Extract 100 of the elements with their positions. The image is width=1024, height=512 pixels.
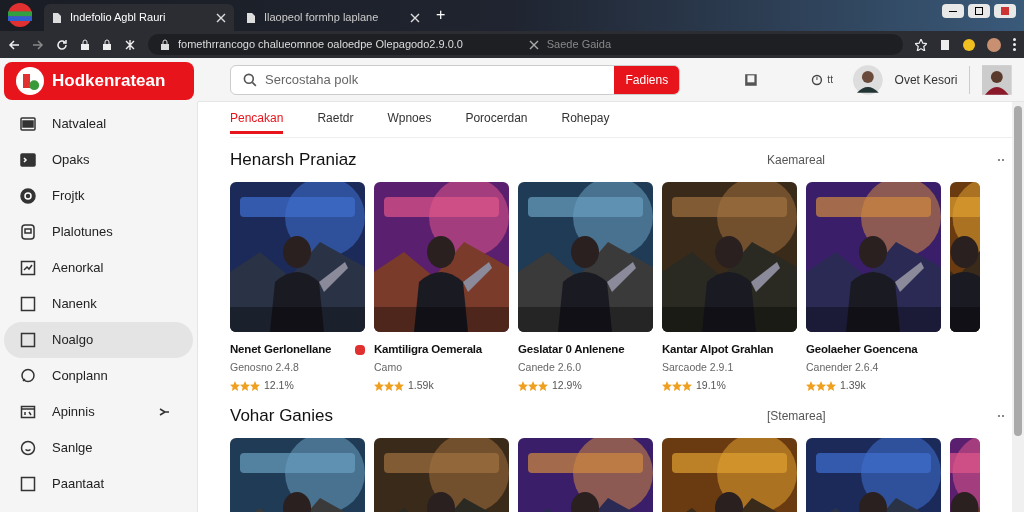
sidebar-item[interactable]: Apinnis bbox=[4, 394, 193, 430]
clock-icon[interactable] bbox=[811, 73, 824, 86]
sidebar-item[interactable]: Opaks bbox=[4, 142, 193, 178]
star-icon bbox=[826, 380, 836, 391]
star-icon bbox=[806, 380, 816, 391]
clock-label: tt bbox=[827, 73, 833, 87]
star-icon bbox=[374, 380, 384, 391]
box-icon bbox=[20, 224, 36, 240]
url-text: fomethrrancogo chalueomnoe oaloedpe Olepagodo2.9.0.0 bbox=[178, 37, 463, 53]
address-bar[interactable]: fomethrrancogo chalueomnoe oaloedpe Olepagodo2.9.0.0 Saede Gaida bbox=[148, 34, 903, 55]
square-icon bbox=[20, 476, 36, 492]
star-icon bbox=[682, 380, 692, 391]
avatar-icon[interactable] bbox=[852, 64, 883, 95]
tab-title: Indefolio Agbl Rauri bbox=[70, 10, 167, 26]
bookmark-icon[interactable] bbox=[743, 72, 758, 87]
minimize-icon[interactable] bbox=[942, 4, 964, 18]
rating-text: 12.1% bbox=[264, 378, 294, 393]
back-icon[interactable] bbox=[8, 38, 20, 51]
lock-icon bbox=[80, 38, 90, 51]
smile-icon bbox=[20, 440, 36, 456]
circle-icon bbox=[20, 188, 36, 204]
star-icon bbox=[518, 380, 528, 391]
sidebar-item[interactable]: Conplann bbox=[4, 358, 193, 394]
game-subtitle: Sarcaode 2.9.1 bbox=[662, 360, 735, 376]
bookmark-icon[interactable] bbox=[939, 38, 951, 51]
sidebar-item[interactable]: Nanenk bbox=[4, 286, 193, 322]
section-title: Vohar Ganies bbox=[230, 405, 334, 427]
logo-text: Hodkenratean bbox=[52, 70, 166, 93]
star-icon bbox=[538, 380, 548, 391]
chart-icon bbox=[20, 260, 36, 276]
star-icon bbox=[230, 380, 240, 391]
star-icon bbox=[384, 380, 394, 391]
game-title[interactable]: Kantar Alpot Grahlan bbox=[662, 341, 797, 359]
game-title[interactable]: Geolaeher Goencena bbox=[806, 341, 941, 359]
logo-icon bbox=[16, 67, 44, 95]
more-icon[interactable] bbox=[998, 414, 1004, 417]
logo-banner[interactable]: Hodkenratean bbox=[4, 62, 194, 100]
star-icon bbox=[662, 380, 672, 391]
game-subtitle: Canede 2.6.0 bbox=[518, 360, 583, 376]
square-icon bbox=[20, 296, 36, 312]
category-tab[interactable]: Pencakan bbox=[230, 109, 284, 134]
section-title: Henarsh Praniaz bbox=[230, 149, 358, 172]
game-subtitle: Genosno 2.4.8 bbox=[230, 360, 300, 376]
search-field[interactable]: Sercostaha polk Fadiens bbox=[230, 64, 681, 95]
see-all-link[interactable]: Kaemareal bbox=[767, 151, 826, 169]
tab-title: Ilaopeol formhp laplane bbox=[264, 10, 380, 26]
sidebar-item[interactable]: Sanlge bbox=[4, 430, 193, 466]
page-icon bbox=[246, 11, 256, 24]
terminal-icon bbox=[20, 152, 36, 168]
user-name: Ovet Kesori bbox=[894, 71, 958, 89]
browser-logo-icon bbox=[8, 3, 32, 27]
rating-text: 1.59k bbox=[408, 378, 434, 393]
category-tab[interactable]: Porocerdan bbox=[465, 109, 528, 134]
lock-icon bbox=[160, 38, 170, 51]
game-subtitle: Canender 2.6.4 bbox=[806, 360, 880, 376]
search-icon bbox=[243, 72, 257, 87]
search-engine-text: Saede Gaida bbox=[546, 37, 611, 53]
extension-icon[interactable] bbox=[963, 38, 975, 51]
star-icon bbox=[240, 380, 250, 391]
profile-avatar[interactable] bbox=[987, 37, 1001, 52]
sidebar-item[interactable]: Aenorkal bbox=[4, 250, 193, 286]
category-tab[interactable]: Rohepay bbox=[561, 109, 610, 134]
star-icon bbox=[816, 380, 826, 391]
browser-tab[interactable]: Ilaopeol formhp laplane bbox=[238, 4, 428, 31]
game-title[interactable]: Kamtiligra Oemerala bbox=[374, 341, 509, 359]
category-tab[interactable]: Wpnoes bbox=[387, 109, 432, 134]
rating-text: 12.9% bbox=[552, 378, 582, 393]
game-title[interactable]: Geslatar 0 Anlenene bbox=[518, 341, 653, 359]
sidebar-item[interactable]: Natvaleal bbox=[4, 106, 193, 142]
avatar-icon[interactable] bbox=[982, 64, 1012, 95]
see-all-link[interactable]: [Stemarea] bbox=[767, 406, 826, 425]
maximize-icon[interactable] bbox=[968, 4, 990, 18]
page-icon bbox=[52, 11, 62, 24]
sidebar-item[interactable]: Noalgo bbox=[4, 322, 193, 358]
star-icon bbox=[394, 380, 404, 391]
sidebar-item[interactable]: Plalotunes bbox=[4, 214, 193, 250]
rating-text: 19.1% bbox=[696, 378, 726, 393]
sidebar-item[interactable]: Frojtk bbox=[4, 178, 193, 214]
category-tab[interactable]: Raetdr bbox=[317, 109, 354, 134]
star-icon bbox=[672, 380, 682, 391]
calendar-icon bbox=[20, 404, 36, 420]
scrollbar[interactable] bbox=[1012, 102, 1024, 512]
game-subtitle: Camo bbox=[374, 360, 403, 376]
sidebar-item[interactable]: Paantaat bbox=[4, 466, 193, 502]
chat-icon bbox=[20, 368, 36, 384]
close-icon[interactable] bbox=[528, 39, 539, 50]
new-tab-button[interactable]: + bbox=[436, 3, 446, 27]
rating-text: 1.39k bbox=[840, 378, 866, 393]
reload-icon[interactable] bbox=[56, 38, 68, 51]
star-icon bbox=[528, 380, 538, 391]
star-icon[interactable] bbox=[915, 38, 927, 51]
forward-icon[interactable] bbox=[32, 38, 44, 51]
search-button[interactable]: Fadiens bbox=[614, 65, 680, 94]
lock-icon bbox=[102, 38, 112, 51]
game-title[interactable]: Nenet Gerlonellane bbox=[230, 341, 355, 359]
window-icon bbox=[20, 116, 36, 132]
browser-tab[interactable]: Indefolio Agbl Rauri bbox=[44, 4, 234, 31]
square-icon bbox=[20, 332, 36, 348]
star-icon bbox=[250, 380, 260, 391]
menu-icon[interactable] bbox=[1013, 38, 1016, 51]
